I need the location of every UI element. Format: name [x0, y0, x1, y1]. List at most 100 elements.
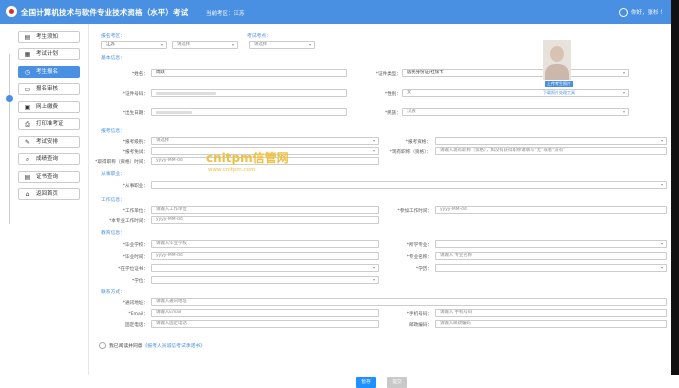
chevron-down-icon: ▾ — [622, 90, 625, 95]
apply-info-title: 报考信息： — [101, 129, 125, 134]
birth-label: *出生日期： — [122, 111, 148, 116]
work-info-title: 工作信息： — [101, 198, 125, 203]
email-input[interactable]: 请输入Email — [151, 309, 379, 317]
sidebar-item-payment[interactable]: ▣ 网上缴费 — [18, 101, 80, 113]
agreement-checkbox[interactable] — [99, 342, 106, 349]
watermark: cnitpm信管网 — [206, 151, 289, 165]
email-label: *Email： — [128, 312, 148, 317]
printer-icon: ⎙ — [25, 121, 30, 128]
sidebar-item-exam-plan[interactable]: ▦ 考试计划 — [18, 48, 80, 60]
chevron-down-icon: ▾ — [660, 265, 663, 270]
user-icon — [619, 8, 628, 17]
work-start-label: *参加工作时间： — [397, 209, 432, 214]
work-start-input[interactable]: yyyy-MM-dd — [435, 206, 667, 214]
search-icon: ⌕ — [25, 156, 30, 163]
degree-label: *学位： — [131, 279, 148, 284]
sidebar-item-home[interactable]: ⌂ 返回首页 — [18, 188, 80, 200]
occupation-select[interactable]: ▾ — [151, 181, 667, 189]
exam-site-select[interactable]: 请选择 ▾ — [249, 41, 315, 49]
clock-icon: ◷ — [24, 69, 31, 76]
subject-select[interactable]: ▾ — [435, 137, 667, 145]
degree-cert-select[interactable]: ▾ — [151, 264, 379, 272]
id-number-label: *证件号码： — [122, 92, 148, 97]
photo-shoulders — [545, 64, 569, 80]
major-name-label: *专业名称： — [406, 255, 432, 260]
exam-city-select[interactable]: 请选择 ▾ — [172, 41, 238, 49]
submit-button[interactable]: 提交 — [387, 377, 407, 388]
window-scrollbar[interactable] — [671, 0, 679, 375]
gender-select[interactable]: 女 ▾ — [402, 89, 629, 97]
education-level-select[interactable]: ▾ — [435, 264, 667, 272]
phone-input[interactable]: 请输入 手机号码 — [435, 309, 667, 317]
chevron-down-icon: ▾ — [308, 42, 311, 47]
logo-icon — [6, 6, 17, 17]
current-title-input[interactable]: 请输入现有职称（资格），如没有获得职称请填写“无”或者“没有” — [435, 147, 667, 155]
save-draft-button[interactable]: 暂存 — [356, 377, 376, 388]
chevron-down-icon: ▾ — [622, 109, 625, 114]
agreement-link[interactable]: 《报考人员诚信考试承诺书》 — [143, 344, 205, 349]
sidebar-item-review[interactable]: ▭ 报名审核 — [18, 83, 80, 95]
education-level-label: *学历： — [415, 267, 432, 272]
exam-region-label: 报名考区： — [101, 34, 125, 39]
occupation-title: 从事职业： — [101, 172, 125, 177]
edit-icon: ✎ — [24, 139, 31, 146]
degree-cert-label: *在学位证书： — [118, 267, 148, 272]
title-date-label: *取得职称（资格）时间： — [95, 160, 148, 165]
level-label: *报考级别： — [122, 140, 148, 145]
sidebar-item-score-query[interactable]: ⌕ 成绩查询 — [18, 153, 80, 165]
document-icon: ▭ — [24, 86, 31, 93]
blurred-value — [156, 92, 216, 95]
sidebar-item-print-ticket[interactable]: ⎙ 打印准考证 — [18, 118, 80, 130]
major-name-input[interactable]: 请输入 专业名称 — [435, 252, 667, 260]
photo-head — [550, 46, 564, 62]
nation-label: *民族： — [384, 111, 401, 116]
work-unit-label: *工作单位： — [122, 209, 148, 214]
sidebar-item-registration[interactable]: ◷ 考生报名 — [18, 66, 80, 78]
id-number-input[interactable] — [151, 89, 347, 97]
graduation-input[interactable]: yyyy-MM-dd — [151, 252, 379, 260]
upload-photo-button[interactable]: 上传考生照片 — [545, 81, 573, 87]
contact-title: 联系方式： — [101, 290, 125, 295]
photo-tool-link[interactable]: 下载照片处理工具 — [543, 90, 575, 96]
name-input[interactable]: 周跃 — [151, 69, 347, 77]
graduation-label: *毕业时间： — [122, 255, 148, 260]
zipcode-label: 邮政编码： — [409, 323, 432, 328]
chevron-down-icon: ▾ — [372, 138, 375, 143]
zipcode-input[interactable]: 请输入邮政编码 — [435, 320, 667, 328]
exempt-label: *报考免试： — [122, 150, 148, 155]
work-unit-input[interactable]: 请输入工作单位 — [151, 206, 379, 214]
calendar-icon: ▦ — [24, 51, 31, 58]
sidebar: ▤ 考生须知 ▦ 考试计划 ◷ 考生报名 ▭ 报名审核 ▣ 网上缴费 ⎙ 打印准考证 ✎ 考试… — [0, 24, 89, 375]
chevron-down-icon: ▾ — [372, 277, 375, 282]
exam-region-select[interactable]: 江苏 ▾ — [101, 41, 167, 49]
chevron-down-icon: ▾ — [622, 70, 625, 75]
birth-input[interactable] — [151, 108, 347, 116]
telephone-input[interactable]: 请输入固定电话 — [151, 320, 379, 328]
school-input[interactable]: 请输入毕业学校 — [151, 240, 379, 248]
watermark-url: www.cnitpm.com — [208, 167, 256, 173]
sidebar-item-exam-schedule[interactable]: ✎ 考试安排 — [18, 136, 80, 148]
sidebar-timeline — [9, 54, 10, 224]
work-years-label: *本专业工作时间： — [108, 219, 148, 224]
major-select[interactable]: ▾ — [435, 240, 667, 248]
education-title: 教育信息： — [101, 231, 125, 236]
applicant-photo — [543, 40, 571, 80]
book-icon: ▤ — [24, 34, 31, 41]
level-select[interactable]: 请选择 ▾ — [151, 137, 379, 145]
top-bar: 全国计算机技术与软件专业技术资格（水平）考试 当前考区：江苏 你好，张杉 ！ — [0, 0, 671, 24]
agreement-row: 我已阅读并同意《报考人员诚信考试承诺书》 — [99, 342, 205, 349]
basic-info-title: 基本信息： — [101, 56, 125, 61]
blurred-value — [156, 111, 192, 114]
chevron-down-icon: ▾ — [660, 138, 663, 143]
chevron-down-icon: ▾ — [372, 265, 375, 270]
work-years-input[interactable]: yyyy-MM-dd — [151, 216, 379, 224]
degree-select[interactable]: ▾ — [151, 276, 379, 284]
nation-select[interactable]: 汉族 ▾ — [402, 108, 629, 116]
sidebar-item-exam-notice[interactable]: ▤ 考生须知 — [18, 31, 80, 43]
user-menu[interactable]: 你好，张杉 ！ — [619, 8, 666, 17]
id-type-select[interactable]: 居民身份证/社保卡 ▾ — [402, 69, 629, 77]
chevron-down-icon: ▾ — [660, 182, 663, 187]
id-type-label: *证件类型： — [375, 72, 401, 77]
address-input[interactable]: 请输入通讯地址 — [151, 298, 667, 306]
sidebar-item-certificate-query[interactable]: ▤ 证书查询 — [18, 171, 80, 183]
